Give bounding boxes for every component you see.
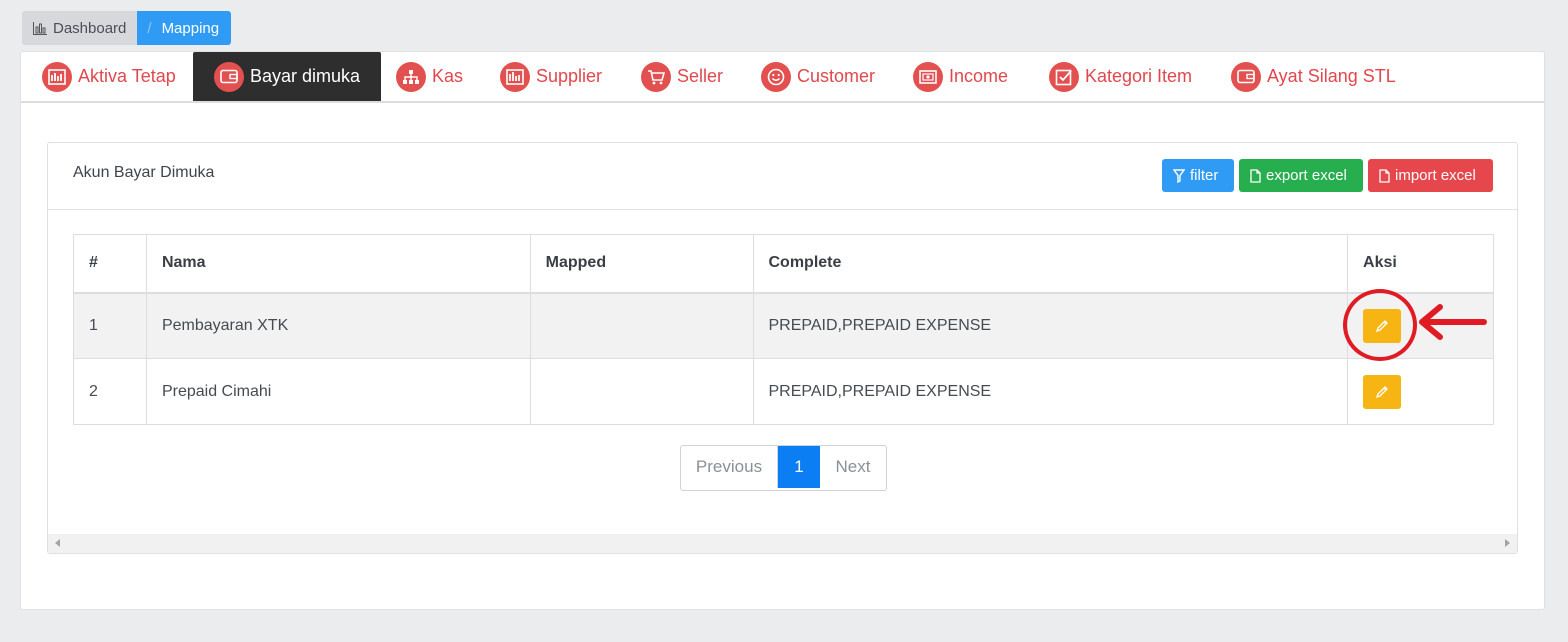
table-row: 1 Pembayaran XTK PREPAID,PREPAID EXPENSE <box>73 292 1494 359</box>
filter-icon <box>1173 168 1185 183</box>
file-icon <box>1379 168 1390 183</box>
import-excel-button[interactable]: import excel <box>1368 159 1493 192</box>
row-complete: PREPAID,PREPAID EXPENSE <box>752 358 1349 425</box>
tab-income[interactable]: Income <box>913 52 1008 101</box>
table-header-row: # Nama Mapped Complete Aksi <box>73 234 1494 294</box>
tab-label: Kategori Item <box>1085 66 1193 86</box>
wallet-icon <box>1231 61 1261 92</box>
breadcrumb-current: / Mapping <box>137 11 232 45</box>
tab-label: Kas <box>432 66 464 86</box>
table-row: 2 Prepaid Cimahi PREPAID,PREPAID EXPENSE <box>73 358 1494 425</box>
export-excel-button[interactable]: export excel <box>1239 159 1363 192</box>
pagination-previous[interactable]: Previous <box>681 446 778 488</box>
panel-title: Akun Bayar Dimuka <box>73 164 215 181</box>
chart-bar-icon <box>42 61 72 92</box>
column-header-complete[interactable]: Complete <box>752 234 1349 294</box>
tab-kas[interactable]: Kas <box>396 52 463 101</box>
chart-bar-icon <box>33 21 47 35</box>
breadcrumb-dashboard-label: Dashboard <box>53 19 127 37</box>
row-complete: PREPAID,PREPAID EXPENSE <box>752 292 1349 359</box>
row-mapped <box>529 292 754 359</box>
row-number: 1 <box>73 292 147 359</box>
tab-ayat-silang-stl[interactable]: Ayat Silang STL <box>1231 52 1396 101</box>
tab-label: Ayat Silang STL <box>1267 66 1396 86</box>
tab-label: Income <box>949 66 1009 86</box>
cart-icon <box>641 61 671 92</box>
pencil-icon <box>1376 385 1388 398</box>
row-nama: Pembayaran XTK <box>145 292 531 359</box>
panel-header: Akun Bayar Dimuka filter export excel im… <box>48 143 1517 210</box>
money-icon <box>913 61 943 92</box>
tab-label: Aktiva Tetap <box>78 66 176 86</box>
breadcrumb: Dashboard / Mapping <box>22 11 232 45</box>
prepaid-account-panel: Akun Bayar Dimuka filter export excel im… <box>47 142 1518 554</box>
row-mapped <box>529 358 754 425</box>
breadcrumb-dashboard-link[interactable]: Dashboard <box>22 11 138 45</box>
arrow-left-icon <box>1419 304 1487 340</box>
edit-button[interactable] <box>1363 374 1402 409</box>
filter-button[interactable]: filter <box>1162 159 1234 192</box>
check-square-icon <box>1049 61 1079 92</box>
row-actions <box>1347 358 1494 425</box>
row-nama: Prepaid Cimahi <box>145 358 531 425</box>
highlight-circle <box>1343 289 1417 361</box>
smile-icon <box>761 61 791 92</box>
pagination-page-1[interactable]: 1 <box>778 446 820 488</box>
column-header-mapped[interactable]: Mapped <box>529 234 754 294</box>
pagination: Previous 1 Next <box>680 445 887 491</box>
breadcrumb-separator: / <box>147 19 152 37</box>
file-icon <box>1250 168 1261 183</box>
factory-icon <box>500 61 530 92</box>
tab-label: Customer <box>797 66 876 86</box>
import-excel-label: import excel <box>1395 167 1476 184</box>
horizontal-scrollbar[interactable] <box>48 534 1517 553</box>
scroll-right-icon[interactable] <box>1505 539 1510 547</box>
scroll-left-icon[interactable] <box>55 539 60 547</box>
tab-bayar-dimuka[interactable]: Bayar dimuka <box>193 52 382 101</box>
prepaid-account-table: # Nama Mapped Complete Aksi 1 Pembayaran… <box>73 234 1494 425</box>
row-number: 2 <box>73 358 147 425</box>
mapping-card: Aktiva Tetap Bayar dimuka Kas Supplier S… <box>20 51 1545 610</box>
column-header-aksi: Aksi <box>1347 234 1494 294</box>
export-excel-label: export excel <box>1266 167 1347 184</box>
filter-label: filter <box>1190 167 1219 184</box>
tab-label: Seller <box>677 66 724 86</box>
column-header-number[interactable]: # <box>73 234 147 294</box>
tab-label: Bayar dimuka <box>250 66 361 86</box>
tab-customer[interactable]: Customer <box>761 52 875 101</box>
breadcrumb-current-label: Mapping <box>161 19 220 37</box>
tab-supplier[interactable]: Supplier <box>500 52 602 101</box>
sitemap-icon <box>396 61 426 92</box>
tab-kategori-item[interactable]: Kategori Item <box>1049 52 1192 101</box>
tab-seller[interactable]: Seller <box>641 52 723 101</box>
column-header-nama[interactable]: Nama <box>145 234 531 294</box>
wallet-icon <box>214 61 244 92</box>
tab-label: Supplier <box>536 66 603 86</box>
pagination-next[interactable]: Next <box>820 446 886 488</box>
tab-aktiva-tetap[interactable]: Aktiva Tetap <box>42 52 176 101</box>
tab-bar: Aktiva Tetap Bayar dimuka Kas Supplier S… <box>21 52 1544 103</box>
